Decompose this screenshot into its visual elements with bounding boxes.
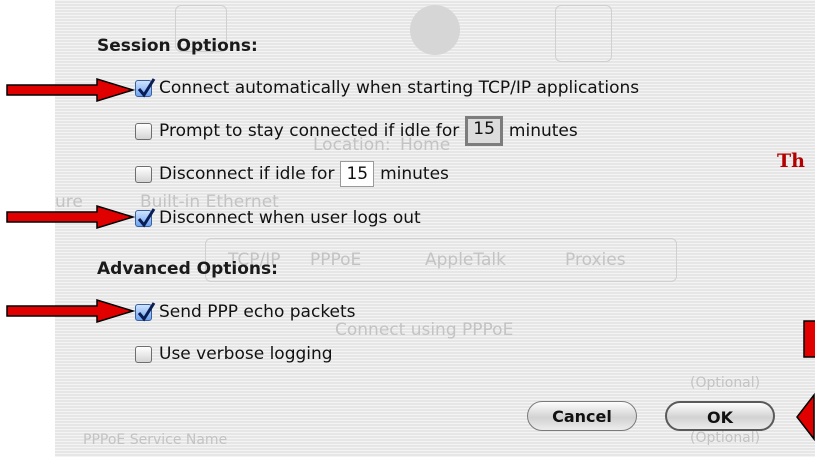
ghost-toolbar-icon bbox=[555, 5, 612, 62]
ghost-tab: Proxies bbox=[565, 250, 626, 270]
connect-automatically-option[interactable]: Connect automatically when starting TCP/… bbox=[135, 75, 639, 101]
send-ppp-echo-checkbox[interactable] bbox=[135, 301, 156, 322]
ghost-service-name: PPPoE Service Name bbox=[83, 432, 228, 448]
ghost-globe-icon bbox=[410, 5, 460, 55]
disconnect-idle-minutes-unit: minutes bbox=[380, 164, 449, 184]
pppoe-options-dialog: Location: Home ure Built-in Ethernet TCP… bbox=[55, 0, 815, 457]
prompt-stay-connected-label: Prompt to stay connected if idle for bbox=[159, 121, 460, 141]
annotation-side-text: Th bbox=[777, 150, 805, 172]
verbose-logging-label: Use verbose logging bbox=[159, 344, 333, 364]
prompt-stay-connected-option[interactable]: Prompt to stay connected if idle for 15 … bbox=[135, 116, 578, 146]
prompt-stay-connected-checkbox[interactable] bbox=[135, 122, 152, 140]
annotation-arrow-tip-icon bbox=[796, 393, 815, 442]
disconnect-logout-option[interactable]: Disconnect when user logs out bbox=[135, 205, 421, 231]
prompt-idle-minutes-unit: minutes bbox=[508, 121, 578, 141]
checkmark-icon bbox=[137, 77, 156, 98]
ghost-tab: PPPoE bbox=[310, 250, 362, 270]
connect-automatically-label: Connect automatically when starting TCP/… bbox=[159, 78, 640, 98]
ghost-pppoe-checkbox: Connect using PPPoE bbox=[335, 320, 514, 340]
ghost-tab: AppleTalk bbox=[425, 250, 506, 270]
disconnect-logout-checkbox[interactable] bbox=[135, 207, 156, 228]
cancel-button[interactable]: Cancel bbox=[527, 401, 637, 431]
annotation-arrow-icon bbox=[6, 205, 135, 229]
advanced-options-heading: Advanced Options: bbox=[97, 259, 278, 279]
checkmark-icon bbox=[137, 207, 156, 228]
prompt-idle-minutes-field[interactable]: 15 bbox=[465, 116, 503, 146]
ghost-optional-2: (Optional) bbox=[690, 430, 761, 446]
verbose-logging-option[interactable]: Use verbose logging bbox=[135, 341, 333, 367]
connect-automatically-checkbox[interactable] bbox=[135, 77, 156, 98]
send-ppp-echo-option[interactable]: Send PPP echo packets bbox=[135, 299, 356, 325]
disconnect-idle-checkbox[interactable] bbox=[135, 165, 152, 183]
ok-button[interactable]: OK bbox=[665, 401, 775, 431]
send-ppp-echo-label: Send PPP echo packets bbox=[159, 302, 356, 322]
disconnect-idle-minutes-field[interactable]: 15 bbox=[340, 161, 375, 187]
annotation-bar-icon bbox=[803, 320, 815, 358]
annotation-arrow-icon bbox=[6, 299, 135, 323]
checkmark-icon bbox=[137, 301, 156, 322]
annotation-arrow-icon bbox=[6, 78, 135, 102]
disconnect-logout-label: Disconnect when user logs out bbox=[159, 208, 421, 228]
disconnect-idle-label: Disconnect if idle for bbox=[159, 164, 335, 184]
ghost-optional-1: (Optional) bbox=[690, 375, 761, 391]
disconnect-idle-option[interactable]: Disconnect if idle for 15 minutes bbox=[135, 161, 449, 187]
verbose-logging-checkbox[interactable] bbox=[135, 345, 152, 363]
session-options-heading: Session Options: bbox=[97, 36, 258, 56]
